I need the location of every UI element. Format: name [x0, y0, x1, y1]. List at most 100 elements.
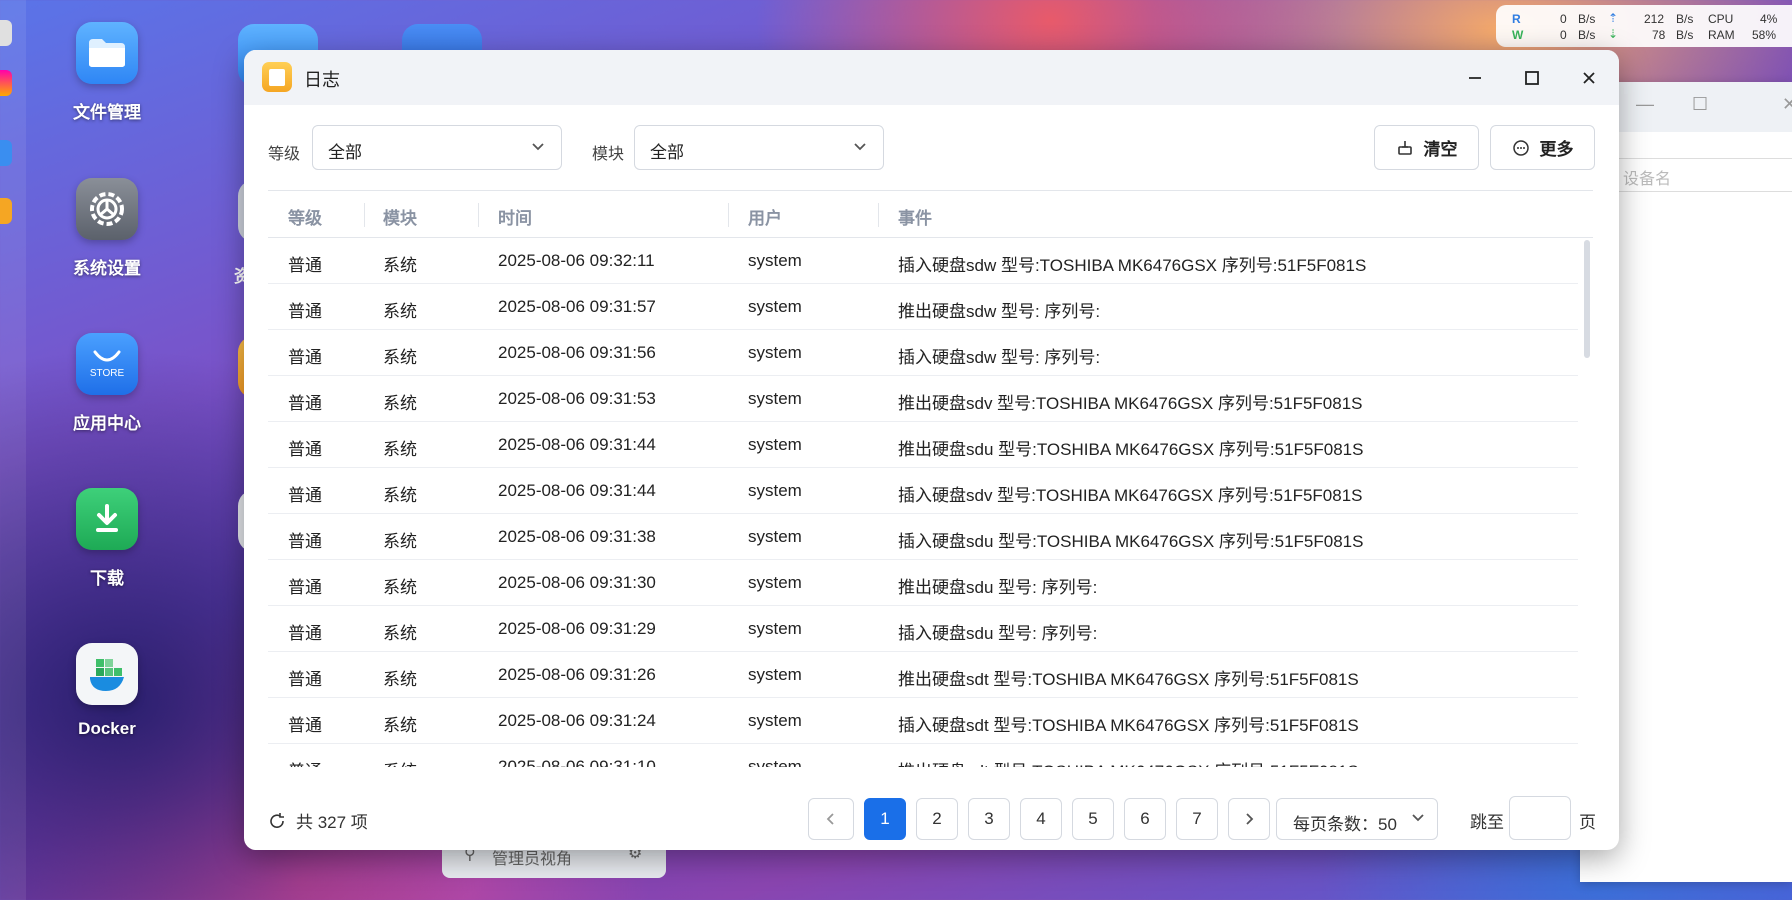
desktop-icon-file-manager[interactable]: 文件管理 [42, 22, 172, 123]
cell-time: 2025-08-06 09:31:10 [498, 757, 656, 767]
write-value: 0 [1560, 28, 1567, 42]
cell-level: 普通 [288, 348, 322, 367]
level-filter-label: 等级 [268, 146, 301, 163]
prev-page-button[interactable] [808, 798, 854, 840]
log-app-icon [262, 62, 292, 92]
level-select[interactable]: 全部 [312, 125, 562, 170]
cell-module: 系统 [383, 757, 417, 767]
table-row[interactable]: 普通 系统 2025-08-06 09:31:30 system 推出硬盘sdu 型号:… [268, 560, 1578, 606]
module-select[interactable]: 全部 [634, 125, 884, 170]
broom-icon [1397, 140, 1412, 155]
cell-user: system [748, 573, 802, 592]
maximize-icon [1525, 71, 1539, 85]
desktop-icon-download[interactable]: 下载 [42, 488, 172, 589]
per-page-value: 每页条数：50 [1293, 815, 1397, 834]
close-icon [1583, 72, 1595, 84]
table-row[interactable]: 普通 系统 2025-08-06 09:31:26 system 推出硬盘sdt 型号:… [268, 652, 1578, 698]
table-row[interactable]: 普通 系统 2025-08-06 09:31:10 system 推出硬盘sdt 型号:… [268, 744, 1578, 767]
dock-chip-2[interactable] [0, 70, 12, 96]
close-button[interactable] [1575, 64, 1603, 92]
cell-level: 普通 [288, 440, 322, 459]
cell-module: 系统 [383, 394, 417, 413]
cell-event: 推出硬盘sdt 型号:TOSHIBA MK6476GSX 序列号:51F5F08… [898, 670, 1359, 689]
cell-time: 2025-08-06 09:31:53 [498, 389, 656, 408]
page-button-4[interactable]: 4 [1020, 798, 1062, 840]
total-count: 共 327 项 [268, 808, 368, 833]
window-titlebar[interactable]: 日志 [244, 50, 1619, 105]
table-row[interactable]: 普通 系统 2025-08-06 09:31:53 system 推出硬盘sdv 型号:… [268, 376, 1578, 422]
cell-time: 2025-08-06 09:31:44 [498, 481, 656, 500]
cell-user: system [748, 619, 802, 638]
cell-module: 系统 [383, 532, 417, 551]
table-row[interactable]: 普通 系统 2025-08-06 09:31:56 system 插入硬盘sdw 型号:… [268, 330, 1578, 376]
page-button-6[interactable]: 6 [1124, 798, 1166, 840]
download-icon [76, 488, 138, 550]
ram-label: RAM [1708, 28, 1735, 42]
cell-level: 普通 [288, 624, 322, 643]
cell-user: system [748, 389, 802, 408]
cell-module: 系统 [383, 486, 417, 505]
more-button[interactable]: 更多 [1490, 125, 1595, 170]
cell-time: 2025-08-06 09:31:38 [498, 527, 656, 546]
ram-value: 58% [1752, 28, 1777, 42]
cell-event: 推出硬盘sdu 型号: 序列号: [898, 578, 1098, 597]
cell-event: 插入硬盘sdw 型号: 序列号: [898, 348, 1101, 367]
write-unit: B/s [1578, 28, 1596, 42]
module-filter-label: 模块 [592, 146, 625, 163]
jump-to-page-input[interactable] [1509, 796, 1571, 840]
page-button-1[interactable]: 1 [864, 798, 906, 840]
cell-level: 普通 [288, 532, 322, 551]
gear-icon [76, 178, 138, 240]
desktop-icon-docker[interactable]: Docker [42, 643, 172, 739]
clear-button[interactable]: 清空 [1374, 125, 1479, 170]
cell-user: system [748, 435, 802, 454]
column-header-user[interactable]: 用户 [748, 204, 782, 229]
cell-event: 插入硬盘sdw 型号:TOSHIBA MK6476GSX 序列号:51F5F08… [898, 256, 1367, 275]
table-row[interactable]: 普通 系统 2025-08-06 09:31:29 system 插入硬盘sdu 型号:… [268, 606, 1578, 652]
level-select-value: 全部 [328, 143, 362, 162]
column-header-level[interactable]: 等级 [288, 204, 322, 229]
dock-chip-3[interactable] [0, 140, 12, 166]
cell-level: 普通 [288, 757, 322, 767]
page-button-5[interactable]: 5 [1072, 798, 1114, 840]
refresh-icon[interactable] [268, 812, 286, 830]
desktop-icon-label: 应用中心 [73, 414, 141, 433]
page-button-7[interactable]: 7 [1176, 798, 1218, 840]
cell-time: 2025-08-06 09:31:29 [498, 619, 656, 638]
download-unit: B/s [1676, 28, 1694, 42]
cell-level: 普通 [288, 256, 322, 275]
dock-chip-4[interactable] [0, 198, 12, 224]
cell-time: 2025-08-06 09:31:30 [498, 573, 656, 592]
minimize-icon[interactable]: — [1636, 94, 1654, 115]
cell-module: 系统 [383, 670, 417, 689]
cell-module: 系统 [383, 624, 417, 643]
cell-event: 推出硬盘sdw 型号: 序列号: [898, 302, 1101, 321]
table-row[interactable]: 普通 系统 2025-08-06 09:31:24 system 插入硬盘sdt 型号:… [268, 698, 1578, 744]
read-value: 0 [1560, 12, 1567, 26]
maximize-button[interactable] [1518, 64, 1546, 92]
window-title: 日志 [304, 70, 340, 90]
table-row[interactable]: 普通 系统 2025-08-06 09:31:44 system 插入硬盘sdv 型号:… [268, 468, 1578, 514]
desktop-icon-app-center[interactable]: STORE 应用中心 [42, 333, 172, 434]
page-button-3[interactable]: 3 [968, 798, 1010, 840]
maximize-icon[interactable]: ☐ [1692, 94, 1708, 115]
cell-event: 插入硬盘sdu 型号:TOSHIBA MK6476GSX 序列号:51F5F08… [898, 532, 1364, 551]
next-page-button[interactable] [1228, 798, 1270, 840]
device-name-input[interactable]: 设备名 [1610, 158, 1792, 192]
column-header-event[interactable]: 事件 [898, 204, 932, 229]
table-row[interactable]: 普通 系统 2025-08-06 09:31:57 system 推出硬盘sdw 型号:… [268, 284, 1578, 330]
per-page-select[interactable]: 每页条数：50 [1276, 798, 1438, 840]
column-header-module[interactable]: 模块 [383, 204, 417, 229]
chevron-right-icon [1246, 813, 1254, 825]
dock-chip-1[interactable] [0, 20, 12, 46]
minimize-button[interactable] [1461, 64, 1489, 92]
table-row[interactable]: 普通 系统 2025-08-06 09:32:11 system 插入硬盘sdw 型号:… [268, 238, 1578, 284]
desktop-icon-settings[interactable]: 系统设置 [42, 178, 172, 279]
column-header-time[interactable]: 时间 [498, 204, 532, 229]
close-icon[interactable]: ✕ [1782, 94, 1792, 115]
table-row[interactable]: 普通 系统 2025-08-06 09:31:44 system 推出硬盘sdu 型号:… [268, 422, 1578, 468]
page-button-2[interactable]: 2 [916, 798, 958, 840]
cell-level: 普通 [288, 302, 322, 321]
table-row[interactable]: 普通 系统 2025-08-06 09:31:38 system 插入硬盘sdu 型号:… [268, 514, 1578, 560]
table-scrollbar-thumb[interactable] [1584, 240, 1590, 358]
